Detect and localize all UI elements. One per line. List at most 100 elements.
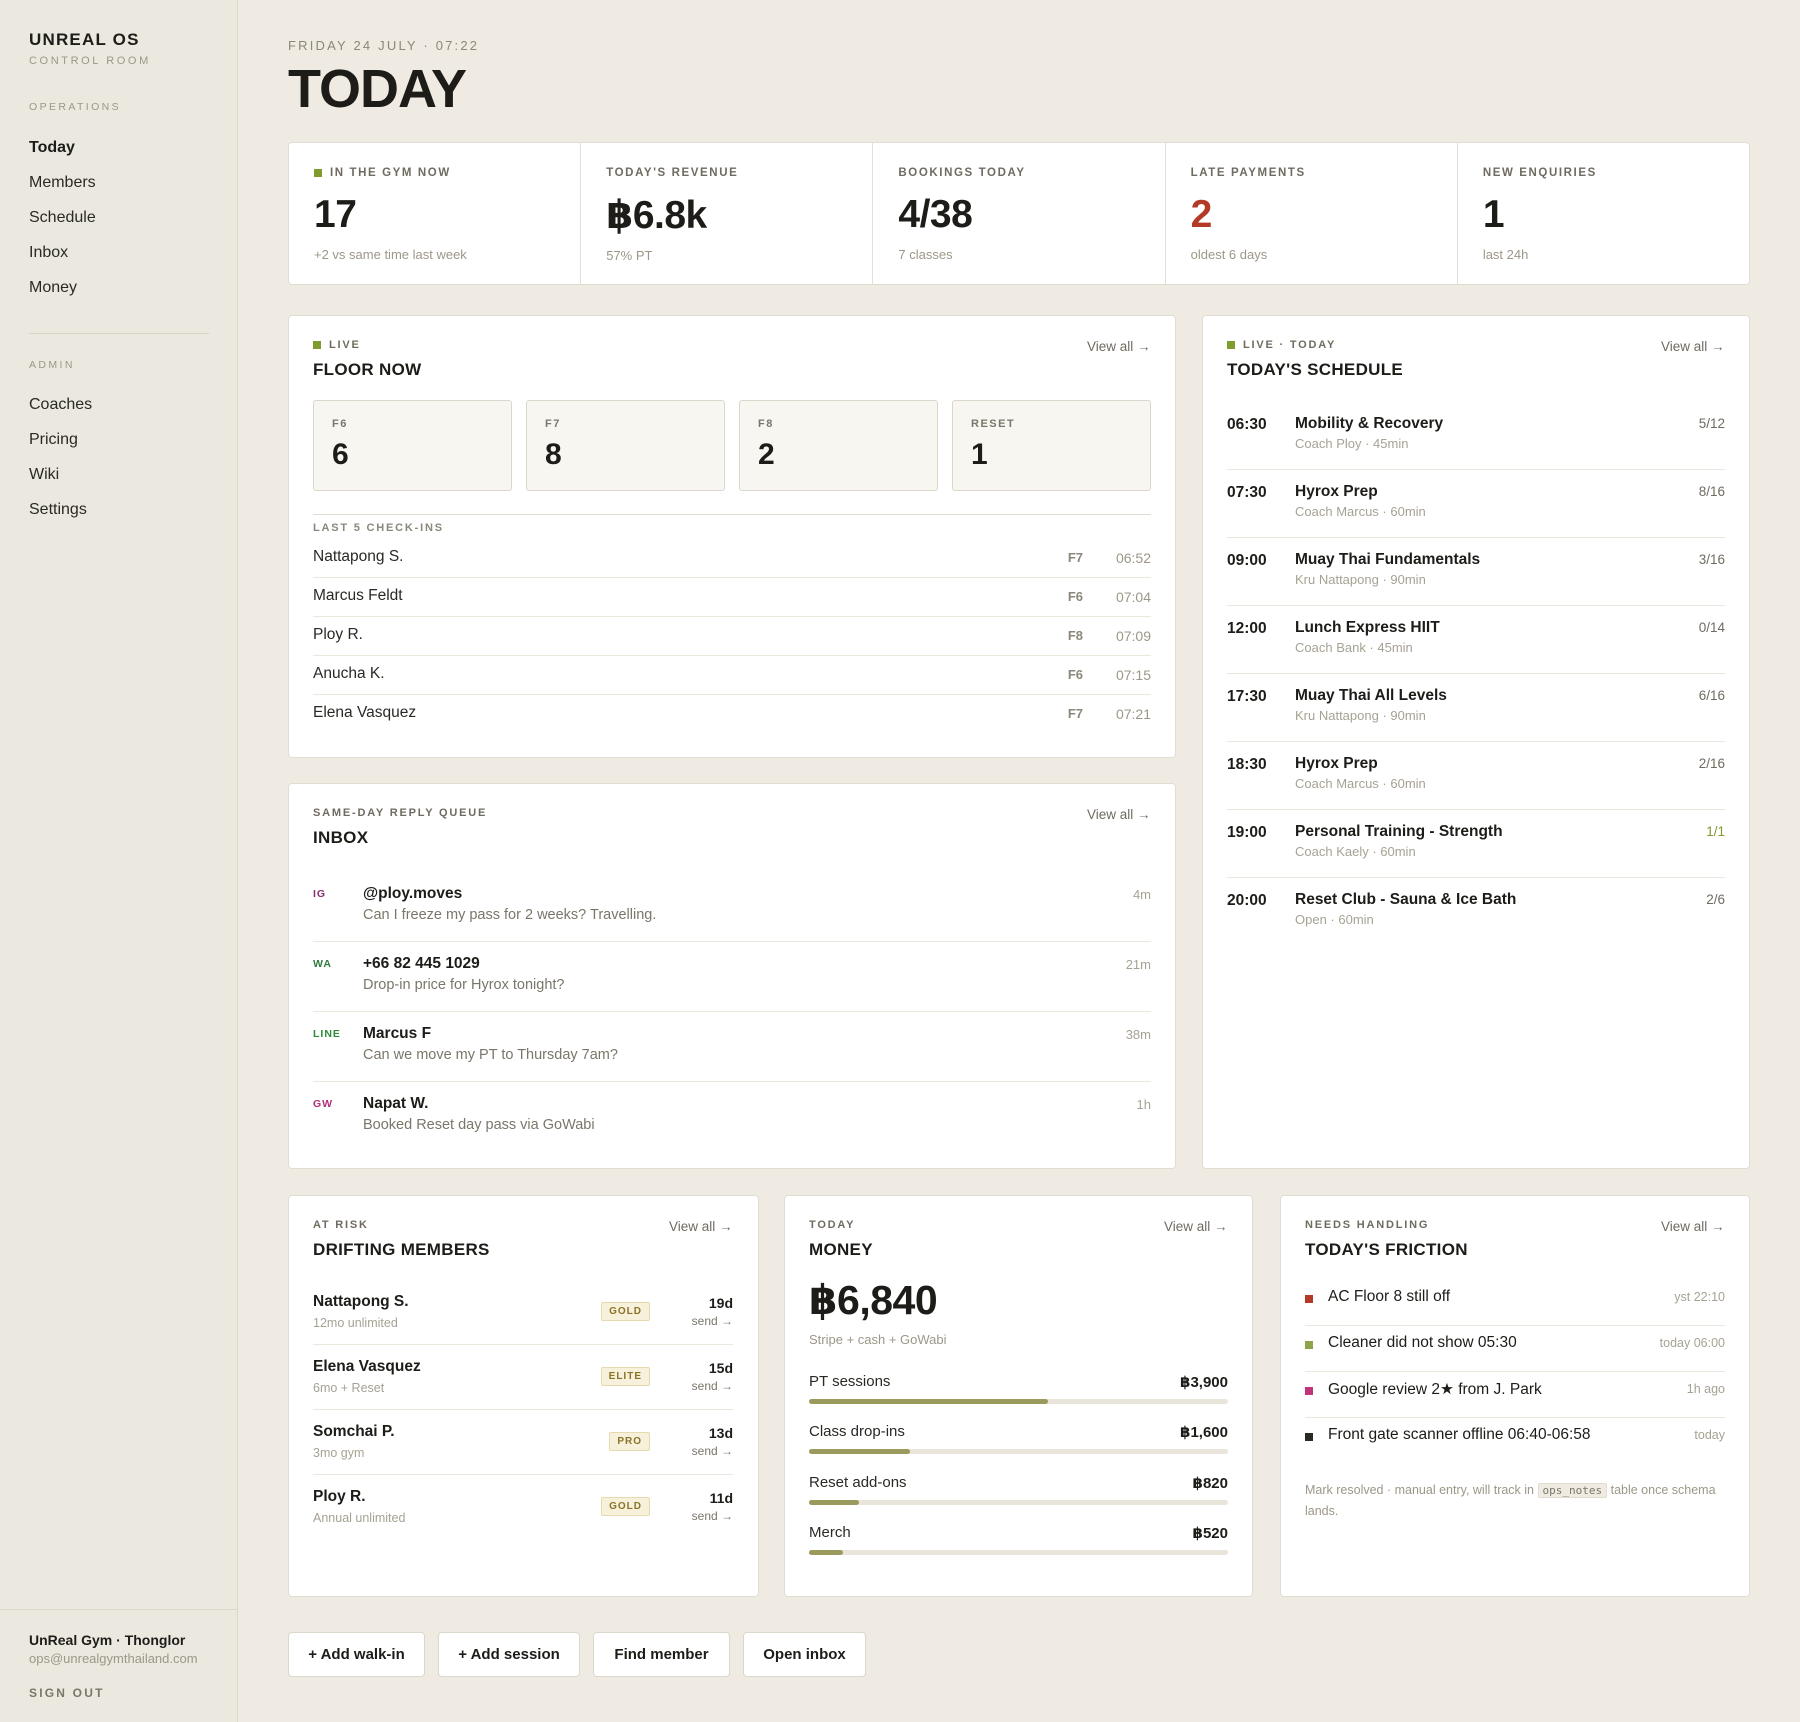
kpi-enquiries[interactable]: NEW ENQUIRIES 1 last 24h [1458, 143, 1749, 284]
member-plan: 3mo gym [313, 1446, 365, 1460]
friction-item[interactable]: Cleaner did not show 05:30 today 06:00 [1305, 1326, 1725, 1372]
class-coach: Open · 60min [1295, 912, 1374, 927]
friction-item[interactable]: AC Floor 8 still off yst 22:10 [1305, 1280, 1725, 1326]
schedule-class-row[interactable]: 19:00 Personal Training - Strength Coach… [1227, 810, 1725, 878]
class-capacity: 8/16 [1698, 484, 1725, 499]
schedule-class-row[interactable]: 20:00 Reset Club - Sauna & Ice Bath Open… [1227, 878, 1725, 946]
zone-count: 2 [758, 438, 775, 471]
add-walk-in-button[interactable]: + Add walk-in [288, 1632, 425, 1677]
zone-label: RESET [971, 418, 1016, 430]
zone-label: F7 [545, 418, 561, 430]
nav-item-coaches[interactable]: Coaches [29, 387, 209, 422]
kpi-subtext: +2 vs same time last week [314, 247, 467, 262]
nav-item-money[interactable]: Money [29, 270, 209, 305]
send-nudge-link[interactable]: send → [692, 1444, 733, 1458]
friction-title: TODAY'S FRICTION [1305, 1240, 1468, 1259]
schedule-class-row[interactable]: 09:00 Muay Thai Fundamentals Kru Nattapo… [1227, 538, 1725, 606]
page-title: TODAY [288, 59, 467, 119]
inbox-view-all-link[interactable]: View all → [1087, 807, 1151, 822]
kpi-late-payments[interactable]: LATE PAYMENTS 2 oldest 6 days [1166, 143, 1458, 284]
inbox-message-row[interactable]: WA +66 82 445 1029 Drop-in price for Hyr… [313, 942, 1151, 1012]
drifting-member-row[interactable]: Ploy R. Annual unlimited GOLD 11d send → [313, 1475, 733, 1540]
progress-fill [809, 1399, 1048, 1404]
zone-tile-f6[interactable]: F6 6 [313, 400, 512, 491]
floor-view-all-link[interactable]: View all → [1087, 339, 1151, 354]
tier-badge: GOLD [601, 1302, 650, 1321]
checkin-zone: F7 [1067, 550, 1083, 565]
checkin-row[interactable]: Ploy R. F8 07:09 [313, 617, 1151, 656]
schedule-class-row[interactable]: 07:30 Hyrox Prep Coach Marcus · 60min 8/… [1227, 470, 1725, 538]
schedule-title: TODAY'S SCHEDULE [1227, 360, 1404, 379]
brand: UNREAL OS CONTROL ROOM [29, 30, 151, 67]
nav-item-today[interactable]: Today [29, 130, 209, 165]
drifting-member-row[interactable]: Nattapong S. 12mo unlimited GOLD 19d sen… [313, 1280, 733, 1345]
checkin-row[interactable]: Elena Vasquez F7 07:21 [313, 695, 1151, 734]
zone-tile-f7[interactable]: F7 8 [526, 400, 725, 491]
message-age: 1h [1136, 1097, 1151, 1112]
operations-nav: Today Members Schedule Inbox Money [29, 130, 209, 305]
money-line-value: ฿820 [1192, 1475, 1228, 1492]
channel-badge-wa: WA [313, 958, 332, 970]
schedule-eyebrow: LIVE · TODAY [1227, 339, 1336, 351]
drifting-member-row[interactable]: Somchai P. 3mo gym PRO 13d send → [313, 1410, 733, 1475]
friction-item[interactable]: Google review 2★ from J. Park 1h ago [1305, 1372, 1725, 1418]
money-total: ฿6,840 [809, 1277, 938, 1323]
send-nudge-link[interactable]: send → [692, 1509, 733, 1523]
date-line: FRIDAY 24 JULY · 07:22 [288, 38, 480, 53]
send-nudge-link[interactable]: send → [692, 1314, 733, 1328]
zone-tile-reset[interactable]: RESET 1 [952, 400, 1151, 491]
admin-section-label: ADMIN [29, 359, 75, 371]
checkin-time: 07:15 [1115, 667, 1151, 683]
nav-item-schedule[interactable]: Schedule [29, 200, 209, 235]
live-indicator-icon [313, 341, 321, 349]
days-since-visit: 11d [709, 1490, 733, 1506]
nav-item-inbox[interactable]: Inbox [29, 235, 209, 270]
class-name: Lunch Express HIIT [1295, 619, 1440, 636]
sign-out-link[interactable]: SIGN OUT [29, 1686, 208, 1700]
kpi-subtext: 7 classes [898, 247, 953, 262]
nav-item-settings[interactable]: Settings [29, 492, 209, 527]
inbox-message-row[interactable]: IG @ploy.moves Can I freeze my pass for … [313, 872, 1151, 942]
drifting-member-row[interactable]: Elena Vasquez 6mo + Reset ELITE 15d send… [313, 1345, 733, 1410]
class-name: Reset Club - Sauna & Ice Bath [1295, 891, 1517, 908]
class-time: 17:30 [1227, 688, 1267, 705]
kpi-revenue[interactable]: TODAY'S REVENUE ฿6.8k 57% PT [581, 143, 874, 284]
class-coach: Coach Marcus · 60min [1295, 504, 1426, 519]
class-coach: Coach Ploy · 45min [1295, 436, 1409, 451]
find-member-button[interactable]: Find member [593, 1632, 730, 1677]
kpi-in-gym[interactable]: IN THE GYM NOW 17 +2 vs same time last w… [289, 143, 582, 284]
add-session-button[interactable]: + Add session [438, 1632, 580, 1677]
checkin-row[interactable]: Anucha K. F6 07:15 [313, 656, 1151, 695]
nav-item-members[interactable]: Members [29, 165, 209, 200]
kpi-bookings[interactable]: BOOKINGS TODAY 4/38 7 classes [873, 143, 1166, 284]
class-coach: Coach Bank · 45min [1295, 640, 1413, 655]
schedule-class-row[interactable]: 06:30 Mobility & Recovery Coach Ploy · 4… [1227, 402, 1725, 470]
send-nudge-link[interactable]: send → [692, 1379, 733, 1393]
inbox-message-row[interactable]: LINE Marcus F Can we move my PT to Thurs… [313, 1012, 1151, 1082]
friction-view-all-link[interactable]: View all → [1661, 1219, 1725, 1234]
brand-name: UNREAL OS [29, 30, 140, 49]
friction-time: yst 22:10 [1674, 1290, 1725, 1304]
nav-item-pricing[interactable]: Pricing [29, 422, 209, 457]
schedule-view-all-link[interactable]: View all → [1661, 339, 1725, 354]
progress-fill [809, 1500, 860, 1505]
inbox-message-row[interactable]: GW Napat W. Booked Reset day pass via Go… [313, 1082, 1151, 1152]
days-since-visit: 19d [708, 1295, 733, 1311]
message-sender: @ploy.moves [363, 885, 463, 902]
floor-eyebrow: LIVE [313, 339, 361, 351]
kpi-label: LATE PAYMENTS [1190, 167, 1306, 179]
money-line-label: PT sessions [809, 1373, 891, 1390]
schedule-class-row[interactable]: 12:00 Lunch Express HIIT Coach Bank · 45… [1227, 606, 1725, 674]
checkin-row[interactable]: Nattapong S. F7 06:52 [313, 539, 1151, 578]
zone-tile-f8[interactable]: F8 2 [739, 400, 938, 491]
schedule-class-row[interactable]: 17:30 Muay Thai All Levels Kru Nattapong… [1227, 674, 1725, 742]
money-view-all-link[interactable]: View all → [1164, 1219, 1228, 1234]
open-inbox-button[interactable]: Open inbox [743, 1632, 866, 1677]
checkin-time: 06:52 [1115, 550, 1151, 566]
nav-item-wiki[interactable]: Wiki [29, 457, 209, 492]
checkin-row[interactable]: Marcus Feldt F6 07:04 [313, 578, 1151, 617]
drifting-view-all-link[interactable]: View all → [669, 1219, 733, 1234]
friction-time: 1h ago [1686, 1382, 1725, 1396]
friction-item[interactable]: Front gate scanner offline 06:40-06:58 t… [1305, 1418, 1725, 1464]
schedule-class-row[interactable]: 18:30 Hyrox Prep Coach Marcus · 60min 2/… [1227, 742, 1725, 810]
